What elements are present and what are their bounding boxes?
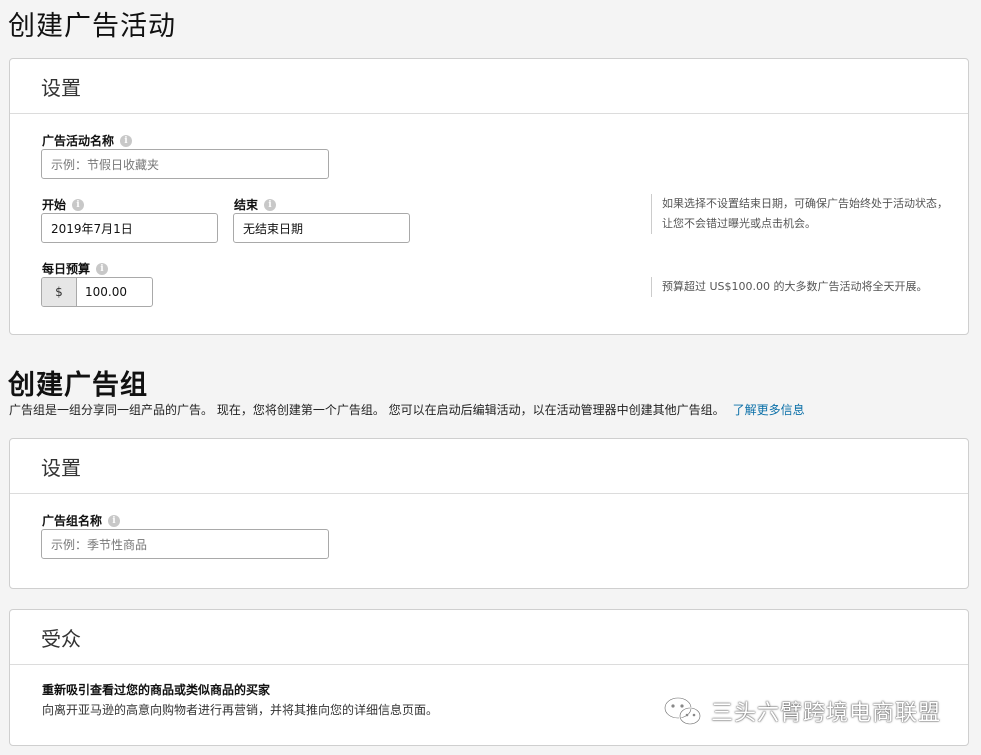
start-date-label-text: 开始 [42, 198, 67, 212]
end-date-label: 结束 i [234, 196, 277, 213]
card-header: 设置 [10, 59, 968, 114]
info-icon[interactable]: i [108, 514, 121, 527]
campaign-name-input[interactable]: 示例：节假日收藏夹 [41, 149, 329, 179]
ad-group-description: 广告组是一组分享同一组产品的广告。 现在，您将创建第一个广告组。 您可以在启动后… [9, 401, 805, 418]
wechat-icon [664, 697, 701, 725]
currency-symbol: $ [42, 278, 77, 306]
ad-group-description-text: 广告组是一组分享同一组产品的广告。 现在，您将创建第一个广告组。 您可以在启动后… [9, 403, 725, 417]
ad-group-title: 创建广告组 [8, 370, 148, 401]
campaign-name-label: 广告活动名称 i [42, 132, 133, 149]
daily-budget-label-text: 每日预算 [42, 262, 91, 276]
card-header: 受众 [10, 610, 968, 665]
audience-option-description: 向离开亚马逊的高意向购物者进行再营销，并将其推向您的详细信息页面。 [42, 703, 439, 717]
end-date-hint: 如果选择不设置结束日期，可确保广告始终处于活动状态，让您不会错过曝光或点击机会。 [651, 194, 951, 234]
info-icon[interactable]: i [72, 198, 85, 211]
daily-budget-value[interactable]: 100.00 [77, 278, 127, 306]
ad-group-settings-card: 设置 广告组名称 i 示例：季节性商品 [9, 438, 969, 589]
start-date-label: 开始 i [42, 196, 85, 213]
watermark-text: 三头六臂跨境电商联盟 [711, 701, 942, 726]
watermark: 三头六臂跨境电商联盟 [663, 695, 941, 727]
page-title: 创建广告活动 [8, 11, 176, 42]
ad-group-name-label-text: 广告组名称 [42, 514, 103, 528]
ad-group-name-label: 广告组名称 i [42, 512, 121, 529]
campaign-settings-card: 设置 广告活动名称 i 示例：节假日收藏夹 开始 i 2019年7月1日 结束 … [9, 58, 969, 335]
info-icon[interactable]: i [120, 134, 133, 147]
budget-hint: 预算超过 US$100.00 的大多数广告活动将全天开展。 [651, 277, 951, 297]
audience-option-title[interactable]: 重新吸引查看过您的商品或类似商品的买家 [42, 681, 270, 698]
ad-group-name-input[interactable]: 示例：季节性商品 [41, 529, 329, 559]
info-icon[interactable]: i [264, 198, 277, 211]
end-date-input[interactable]: 无结束日期 [233, 213, 410, 243]
info-icon[interactable]: i [96, 262, 109, 275]
end-date-label-text: 结束 [234, 198, 259, 212]
card-header: 设置 [10, 439, 968, 494]
learn-more-link[interactable]: 了解更多信息 [733, 403, 805, 417]
campaign-name-label-text: 广告活动名称 [42, 134, 115, 148]
daily-budget-input[interactable]: $ 100.00 [41, 277, 153, 307]
start-date-input[interactable]: 2019年7月1日 [41, 213, 218, 243]
daily-budget-label: 每日预算 i [42, 260, 109, 277]
